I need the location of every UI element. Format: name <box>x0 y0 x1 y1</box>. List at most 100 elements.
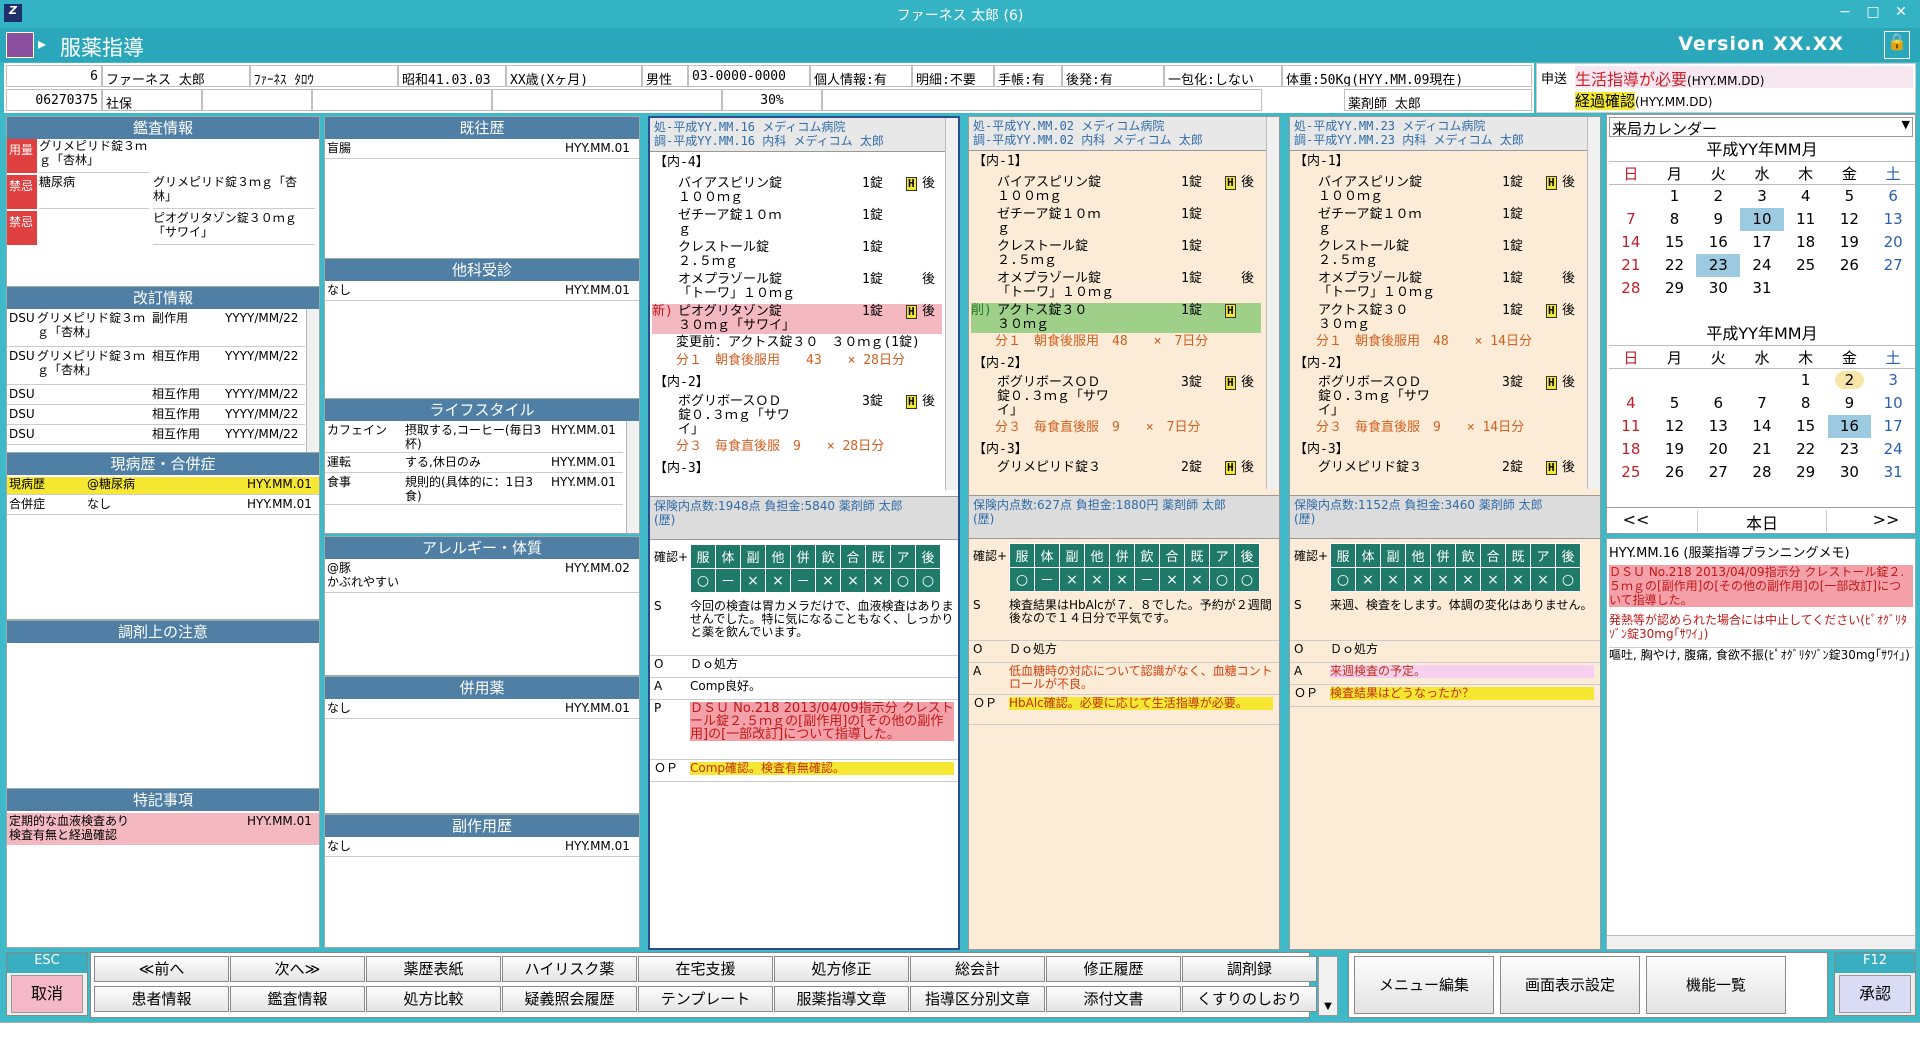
calendar-day[interactable]: 7 <box>1609 208 1653 231</box>
check-mark[interactable]: × <box>765 568 791 593</box>
check-mark[interactable]: － <box>1134 567 1160 592</box>
calendar-day[interactable]: 21 <box>1740 438 1784 461</box>
calendar-day[interactable] <box>1653 369 1697 392</box>
drug-row[interactable]: ゼチーア錠１０ｍ ｇ 1錠 <box>971 207 1261 237</box>
drug-row[interactable]: バイアスピリン錠 １００ｍｇ 1錠 H 後 <box>1292 175 1582 205</box>
inspection-row[interactable]: 糖尿病 <box>39 175 149 209</box>
calendar-day[interactable]: 23 <box>1828 438 1872 461</box>
display-settings-button[interactable]: 画面表示設定 <box>1500 956 1640 1014</box>
drug-row[interactable]: アクトス錠３０ ３０ｍｇ 1錠 H 後 <box>1292 303 1582 333</box>
footer-button[interactable]: テンプレート <box>638 986 773 1012</box>
calendar-day[interactable]: 16 <box>1827 414 1872 438</box>
calendar-day[interactable]: 17 <box>1740 231 1784 254</box>
revision-row[interactable]: DSU 相互作用 YYYY/MM/22 <box>7 407 305 425</box>
calendar-day[interactable]: 19 <box>1653 438 1697 461</box>
next-month-button[interactable]: >> <box>1861 510 1911 532</box>
calendar-day[interactable]: 20 <box>1871 231 1915 254</box>
footer-button[interactable]: 患者情報 <box>94 986 229 1012</box>
approve-button[interactable]: 承認 <box>1839 975 1911 1013</box>
calendar-day[interactable]: 13 <box>1871 208 1915 231</box>
footer-button[interactable]: 在宅支援 <box>638 956 773 982</box>
check-mark[interactable]: × <box>1059 567 1085 592</box>
check-mark[interactable]: ○ <box>915 568 941 593</box>
soap-s[interactable]: S 検査結果はHbAlcが７．８でした。予約が２週間後なので１４日分で平気です。 <box>969 597 1279 641</box>
drug-row[interactable]: グリメピリド錠３ 2錠 H 後 <box>1292 461 1582 477</box>
drug-row[interactable]: バイアスピリン錠 １００ｍｇ 1錠 H 後 <box>652 176 942 206</box>
soap-op[interactable]: ＯＰ HbAlc確認。必要に応じて生活指導が必要。 <box>969 695 1279 725</box>
check-mark[interactable]: × <box>865 568 891 593</box>
lifestyle-row[interactable]: カフェイン 摂取する,コーヒー(毎日3杯) HYY.MM.01 <box>325 423 623 453</box>
footer-button[interactable]: 修正履歴 <box>1046 956 1181 982</box>
prescription-column[interactable]: 処-平成YY.MM.23 メディコム病院 調-平成YY.MM.23 内科 メディコ… <box>1289 116 1601 950</box>
calendar-day[interactable]: 2 <box>1696 185 1740 208</box>
calendar-day[interactable]: 24 <box>1871 438 1915 461</box>
calendar-day[interactable]: 17 <box>1871 415 1915 438</box>
check-grid[interactable]: 服体副他併飲合既ア後 ○ × × × × × × × × ○ <box>1330 543 1581 592</box>
check-mark[interactable]: － <box>1034 567 1060 592</box>
footer-button[interactable]: 添付文書 <box>1046 986 1181 1012</box>
memo-item[interactable]: 発熱等が認められた場合には中止してください(ﾋﾟｵｸﾞﾘﾀｿﾞﾝ錠30mg｢ｻﾜ… <box>1609 613 1913 641</box>
scrollbar[interactable] <box>945 118 958 490</box>
lock-icon[interactable]: 🔒 <box>1884 31 1910 59</box>
soap-o[interactable]: O Ｄｏ処方 <box>1290 641 1600 663</box>
calendar-day[interactable]: 4 <box>1784 185 1828 208</box>
calendar-day[interactable]: 31 <box>1871 461 1915 484</box>
calendar-icon[interactable] <box>6 32 34 58</box>
footer-button[interactable]: 処方修正 <box>774 956 909 982</box>
drug-row[interactable]: グリメピリド錠３ 2錠 H 後 <box>971 461 1261 477</box>
calendar-day[interactable]: 27 <box>1696 461 1740 484</box>
history-row[interactable]: 合併症 なし HYY.MM.01 <box>7 497 319 515</box>
check-mark[interactable]: ○ <box>1330 567 1356 592</box>
calendar-day[interactable]: 29 <box>1653 277 1697 300</box>
calendar-day[interactable]: 2 <box>1828 369 1872 392</box>
calendar-day[interactable]: 13 <box>1696 415 1740 438</box>
check-mark[interactable]: × <box>815 568 841 593</box>
drug-row[interactable]: ボグリボースＯＤ 錠０.３ｍｇ「サワ イ」 3錠 H 後 <box>652 394 942 438</box>
calendar-day[interactable]: 29 <box>1784 461 1828 484</box>
close-icon[interactable]: ✕ <box>1888 3 1914 21</box>
footer-button[interactable]: 指導区分別文章 <box>910 986 1045 1012</box>
check-mark[interactable]: × <box>1480 567 1506 592</box>
footer-button[interactable]: 疑義照会履歴 <box>502 986 637 1012</box>
soap-op[interactable]: ＯＰ 検査結果はどうなったか？ <box>1290 685 1600 707</box>
check-mark[interactable]: × <box>1505 567 1531 592</box>
past-history-row[interactable]: 盲腸 HYY.MM.01 <box>325 141 639 159</box>
minimize-icon[interactable]: − <box>1832 3 1858 21</box>
revision-row[interactable]: DSU グリメピリド錠３ｍｇ「杏林」 副作用 YYYY/MM/22 <box>7 311 305 347</box>
soap-o[interactable]: O Ｄｏ処方 <box>650 656 958 678</box>
footer-button[interactable]: 薬歴表紙 <box>366 956 501 982</box>
calendar-day[interactable]: 16 <box>1696 231 1740 254</box>
calendar-day[interactable]: 26 <box>1828 254 1872 277</box>
check-mark[interactable]: ○ <box>1209 567 1235 592</box>
calendar-day[interactable] <box>1696 369 1740 392</box>
footer-button[interactable]: 服薬指導文章 <box>774 986 909 1012</box>
soap-a[interactable]: A 低血糖時の対応について認識がなく、血糖コントロールが不良。 <box>969 663 1279 695</box>
check-mark[interactable]: × <box>1355 567 1381 592</box>
concomitant-row[interactable]: なし HYY.MM.01 <box>325 701 639 719</box>
drug-row[interactable]: ボグリボースＯＤ 錠０.３ｍｇ「サワ イ」 3錠 H 後 <box>971 375 1261 419</box>
check-mark[interactable]: ○ <box>890 568 916 593</box>
footer-button[interactable]: 総会計 <box>910 956 1045 982</box>
check-mark[interactable]: × <box>840 568 866 593</box>
today-button[interactable]: 本日 <box>1697 510 1827 533</box>
calendar-day[interactable]: 15 <box>1784 415 1828 438</box>
calendar-day[interactable]: 4 <box>1609 392 1653 415</box>
footer-button[interactable]: くすりのしおり <box>1182 986 1317 1012</box>
check-mark[interactable]: × <box>1380 567 1406 592</box>
footer-button[interactable]: 調剤録 <box>1182 956 1317 982</box>
calendar-day[interactable]: 6 <box>1696 392 1740 415</box>
memo-item[interactable]: 嘔吐, 胸やけ, 腹痛, 食欲不振(ﾋﾟｵｸﾞﾘﾀｿﾞﾝ錠30mg｢ｻﾜｲ｣) <box>1609 647 1913 675</box>
special-note-row[interactable]: 定期的な血液検査あり 検査有無と経過確認 HYY.MM.01 <box>7 813 319 845</box>
lifestyle-row[interactable]: 運転 する,休日のみ HYY.MM.01 <box>325 455 623 473</box>
check-mark[interactable]: ○ <box>1555 567 1581 592</box>
calendar-day[interactable]: 3 <box>1740 185 1784 208</box>
revision-row[interactable]: DSU グリメピリド錠３ｍｇ「杏林」 相互作用 YYYY/MM/22 <box>7 349 305 385</box>
calendar-day[interactable]: 21 <box>1609 254 1653 277</box>
calendar-day[interactable]: 15 <box>1653 231 1697 254</box>
horizontal-scrollbar[interactable] <box>1607 935 1915 949</box>
check-mark[interactable]: × <box>1084 567 1110 592</box>
calendar-day[interactable] <box>1609 185 1653 208</box>
calendar-day[interactable]: 12 <box>1828 208 1872 231</box>
check-grid[interactable]: 服体副他併飲合既ア後 ○ － × × － × × × ○ ○ <box>690 544 941 593</box>
soap-a[interactable]: A Comp良好。 <box>650 678 958 700</box>
